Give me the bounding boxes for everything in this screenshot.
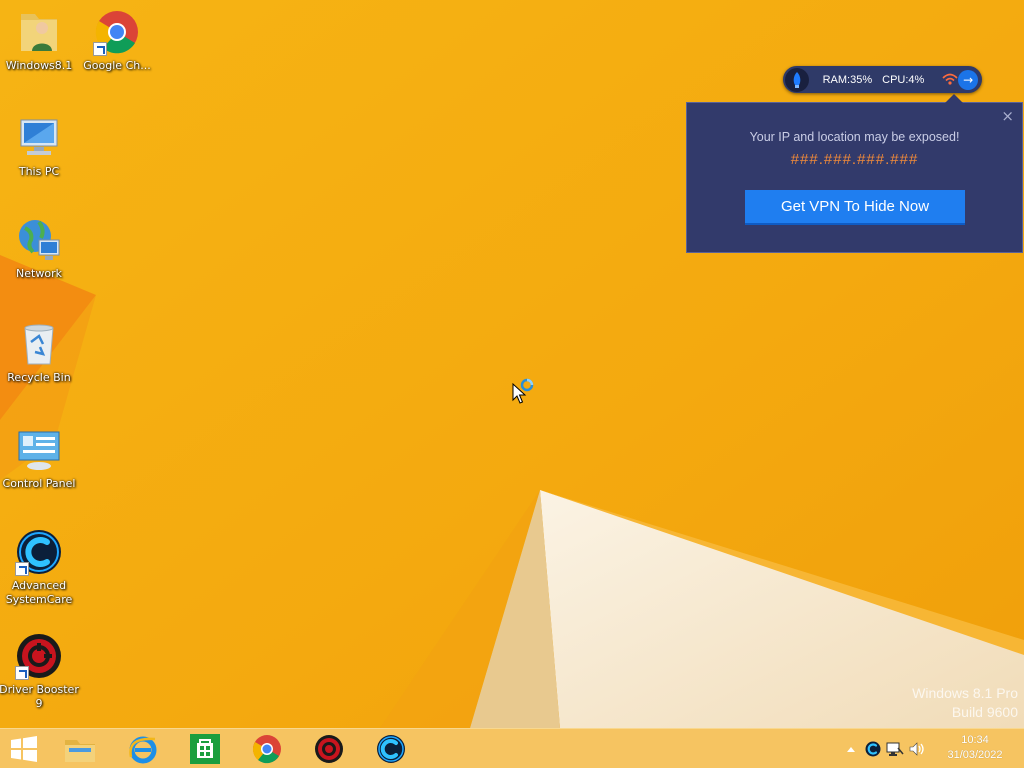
busy-cursor-icon <box>512 378 536 410</box>
tray-overflow-chevron-icon[interactable] <box>840 729 862 769</box>
shortcut-arrow-icon <box>15 562 29 576</box>
chrome-icon <box>252 735 281 764</box>
start-button[interactable] <box>0 729 48 769</box>
watermark-edition: Windows 8.1 Pro <box>912 685 1018 701</box>
start-icon <box>11 736 37 762</box>
desktop-icon-control-panel[interactable]: Control Panel <box>0 426 79 491</box>
desktop-icon-label: Recycle Bin <box>7 371 71 384</box>
desktop-icon-label: Network <box>16 267 62 280</box>
desktop-icon-label: Driver Booster 9 <box>0 683 79 710</box>
file-explorer-icon <box>65 740 95 762</box>
system-tray <box>840 729 928 769</box>
desktop-icon-label: This PC <box>18 165 60 178</box>
tray-volume-icon[interactable] <box>906 729 928 769</box>
get-vpn-button[interactable]: Get VPN To Hide Now <box>745 190 965 225</box>
ip-address-masked: ###.###.###.### <box>790 151 919 168</box>
desktop-icon-label: Control Panel <box>2 477 76 490</box>
recycle-bin-icon <box>15 320 63 368</box>
tray-advanced-systemcare-icon[interactable] <box>862 729 884 769</box>
control-panel-icon <box>15 426 63 474</box>
shortcut-arrow-icon <box>15 666 29 680</box>
taskbar-file-explorer[interactable] <box>50 729 110 769</box>
cpu-usage: CPU:4% <box>882 73 925 86</box>
tray-clock[interactable]: 10:34 31/03/2022 <box>940 733 1010 763</box>
desktop[interactable]: Windows8.1 Google Ch... This PC Network … <box>0 0 1024 728</box>
desktop-icon-label: Windows8.1 <box>5 59 73 72</box>
watermark-build: Build 9600 <box>951 704 1018 720</box>
desktop-icon-google-chrome[interactable]: Google Ch... <box>77 8 157 73</box>
vpn-notification-popup: × Your IP and location may be exposed! #… <box>686 94 1023 253</box>
taskbar-chrome[interactable] <box>237 729 297 769</box>
taskbar: 10:34 31/03/2022 <box>0 728 1024 768</box>
user-folder-icon <box>15 8 63 56</box>
desktop-icon-label: Advanced SystemCare <box>5 579 73 606</box>
advanced-systemcare-icon <box>15 528 63 576</box>
clock-date: 31/03/2022 <box>947 749 1003 761</box>
internet-explorer-icon <box>129 736 157 764</box>
taskbar-driver-booster[interactable] <box>299 729 359 769</box>
exposure-warning-text: Your IP and location may be exposed! <box>749 130 960 144</box>
ram-usage: RAM:35% <box>822 73 873 86</box>
system-monitor-widget[interactable]: RAM:35% CPU:4% → <box>783 66 982 93</box>
tray-network-icon[interactable] <box>884 729 906 769</box>
close-icon[interactable]: × <box>1001 107 1014 125</box>
desktop-icon-this-pc[interactable]: This PC <box>0 114 79 179</box>
clock-time: 10:34 <box>961 734 989 746</box>
desktop-icon-driver-booster[interactable]: Driver Booster 9 <box>0 632 79 711</box>
windows-watermark: Windows 8.1 Pro Build 9600 <box>912 684 1018 722</box>
rocket-icon[interactable] <box>785 67 809 92</box>
popup-pointer <box>945 94 963 103</box>
shortcut-arrow-icon <box>93 42 107 56</box>
taskbar-advanced-systemcare[interactable] <box>361 729 421 769</box>
store-icon <box>190 734 220 764</box>
desktop-icon-label: Google Ch... <box>83 59 151 72</box>
driver-booster-icon <box>315 735 343 763</box>
desktop-icon-windows81[interactable]: Windows8.1 <box>0 8 79 73</box>
taskbar-internet-explorer[interactable] <box>113 729 173 769</box>
desktop-icon-network[interactable]: Network <box>0 216 79 281</box>
computer-icon <box>15 114 63 162</box>
network-globe-icon <box>15 216 63 264</box>
desktop-icon-recycle-bin[interactable]: Recycle Bin <box>0 320 79 385</box>
driver-booster-icon <box>15 632 63 680</box>
advanced-systemcare-icon <box>377 735 405 763</box>
chrome-icon <box>93 8 141 56</box>
desktop-icon-advanced-systemcare[interactable]: Advanced SystemCare <box>0 528 79 607</box>
arrow-right-icon[interactable]: → <box>958 69 978 90</box>
wifi-warning-icon[interactable] <box>942 70 958 89</box>
taskbar-store[interactable] <box>175 729 235 769</box>
